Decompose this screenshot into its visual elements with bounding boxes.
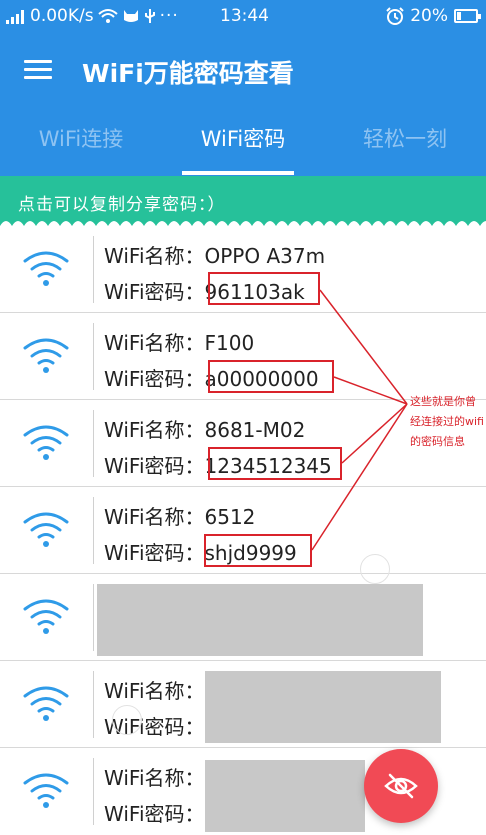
annotation-text: 这些就是你曾经连接过的wifi的密码信息 bbox=[410, 395, 484, 448]
hidden-eye-icon bbox=[384, 773, 418, 799]
toggle-visibility-button[interactable] bbox=[364, 749, 438, 823]
